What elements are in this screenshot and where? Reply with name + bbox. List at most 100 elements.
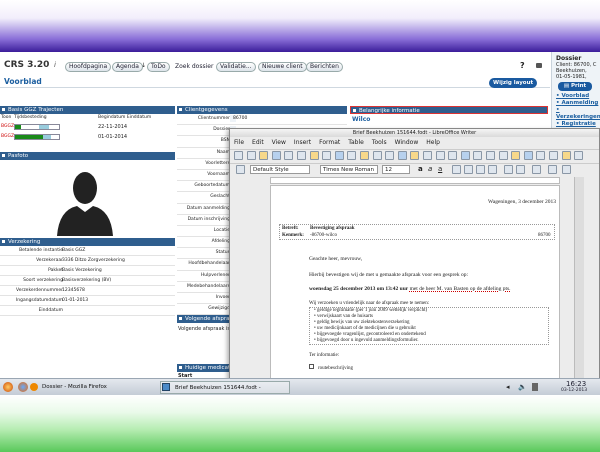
paragraph-style-select[interactable]: Default Style: [250, 165, 310, 174]
menu-edit[interactable]: Edit: [248, 138, 268, 148]
agenda-arrow-icon[interactable]: ↓: [141, 62, 146, 69]
doc-info: Ter informatie:: [309, 353, 340, 358]
open-icon[interactable]: [246, 151, 256, 160]
menu-format[interactable]: Format: [315, 138, 344, 148]
numbering-icon[interactable]: [504, 165, 513, 174]
sidebar-link-label: Voorblad: [561, 93, 590, 99]
new-icon[interactable]: [234, 151, 243, 160]
lock-icon[interactable]: [536, 63, 542, 68]
nav-todo[interactable]: ToDo: [147, 62, 170, 72]
menu-view[interactable]: View: [268, 138, 290, 148]
save-icon[interactable]: [259, 151, 269, 160]
nonprint-icon[interactable]: [549, 151, 558, 160]
hyperlink-icon[interactable]: [435, 151, 445, 160]
nav-zoek-dossier[interactable]: Zoek dossier: [172, 63, 216, 73]
table-row[interactable]: BGGZ 22-11-2014: [0, 122, 175, 132]
special-icon[interactable]: [498, 151, 508, 160]
list-item-text: bijgevoegd door u ingevuld aanmeldingsfo…: [317, 338, 419, 343]
copy-icon[interactable]: [372, 151, 382, 160]
progress-bar: [14, 124, 60, 130]
font-size-select[interactable]: 12: [382, 165, 410, 174]
pdf-icon[interactable]: [297, 151, 306, 160]
ruler[interactable]: [270, 177, 560, 184]
menu-tools[interactable]: Tools: [368, 138, 391, 148]
sidebar-item-aanmelding[interactable]: • Aanmelding: [552, 100, 600, 107]
avatar: [57, 172, 113, 236]
autocheck-icon[interactable]: [347, 151, 357, 160]
printer-icon: ▤: [563, 83, 571, 89]
table-icon[interactable]: [448, 151, 458, 160]
nav-agenda[interactable]: Agenda: [112, 62, 143, 72]
fields-icon[interactable]: [486, 151, 495, 160]
bullets-icon[interactable]: [516, 165, 525, 174]
gallery-icon[interactable]: [523, 151, 533, 160]
nav-hoofdpagina[interactable]: Hoofdpagina: [65, 62, 112, 72]
indent-icon[interactable]: [532, 165, 541, 174]
preview-icon[interactable]: [322, 151, 332, 160]
font-name-select[interactable]: Times New Roman: [320, 165, 378, 174]
redo-icon[interactable]: [423, 151, 432, 160]
nav-nieuwe-client[interactable]: Nieuwe client: [258, 62, 307, 72]
list-item-text: uw medicijnkaart of de medicijnen die u …: [317, 326, 416, 331]
network-icon[interactable]: [532, 383, 538, 391]
nav-berichten[interactable]: Berichten: [306, 62, 343, 72]
datasource-icon[interactable]: [536, 151, 546, 160]
wijzig-layout-button[interactable]: Wijzig layout: [489, 78, 538, 88]
kenmerk-number: 86700: [538, 233, 551, 238]
sidebar-item-voorblad[interactable]: • Voorblad: [552, 93, 600, 100]
email-icon[interactable]: [271, 151, 281, 160]
volume-icon[interactable]: 🔈: [518, 383, 527, 391]
table-row[interactable]: BGGZ 01-01-2014: [0, 132, 175, 142]
menu-insert[interactable]: Insert: [290, 138, 315, 148]
checkbox[interactable]: [309, 364, 314, 369]
align-left-icon[interactable]: [452, 165, 461, 174]
zoom-icon[interactable]: [561, 151, 571, 160]
bold-icon[interactable]: a: [418, 165, 423, 173]
nav-validatie[interactable]: Validatie...: [216, 62, 256, 72]
justify-icon[interactable]: [488, 165, 497, 174]
align-right-icon[interactable]: [476, 165, 485, 174]
spellcheck-icon[interactable]: [334, 151, 344, 160]
sidebar-item-registratie[interactable]: • Registratie: [552, 121, 600, 128]
undo-icon[interactable]: [410, 151, 420, 160]
tray-arrow-icon[interactable]: ◂: [506, 383, 510, 391]
taskbar-writer[interactable]: Brief Beekhuizen 151644.fodt - LibreOffi…: [160, 381, 290, 404]
writer-standard-toolbar: [230, 149, 599, 161]
underline-icon[interactable]: a: [438, 165, 442, 173]
document-page[interactable]: Wageningen, 3 december 2013 Betreft: Bev…: [270, 185, 560, 388]
styles-icon[interactable]: [236, 165, 245, 174]
help-icon[interactable]: ?: [520, 61, 525, 70]
start-icon[interactable]: [3, 382, 13, 392]
highlight-icon[interactable]: [562, 165, 571, 174]
clock-time[interactable]: 16:23: [566, 380, 586, 388]
chart-icon[interactable]: [473, 151, 483, 160]
menu-file[interactable]: File: [230, 138, 248, 148]
italic-icon[interactable]: a: [428, 165, 432, 173]
clock-date[interactable]: 03-12-2013: [561, 388, 587, 393]
paste-icon[interactable]: [385, 151, 395, 160]
col-tijd: Tijdsbesteding: [14, 115, 47, 120]
row-code: BGGZ: [1, 134, 15, 139]
betreft-value: Bevestiging afspraak: [310, 226, 355, 231]
align-center-icon[interactable]: [464, 165, 473, 174]
menu-window[interactable]: Window: [391, 138, 423, 148]
print-button[interactable]: ▤ Print: [558, 82, 592, 91]
clone-icon[interactable]: [397, 151, 407, 160]
print-icon[interactable]: [309, 151, 319, 160]
writer-titlebar[interactable]: Brief Beekhuizen 151644.fodt - LibreOffi…: [230, 129, 599, 137]
font-color-icon[interactable]: [548, 165, 557, 174]
vertical-scrollbar[interactable]: [574, 177, 584, 385]
info-icon[interactable]: i: [54, 61, 56, 69]
taskbar-firefox[interactable]: Dossier - Mozilla Firefox: [28, 381, 158, 394]
menu-table[interactable]: Table: [344, 138, 368, 148]
doc-bring: Wij verzoeken u vriendelijk naar de afsp…: [309, 301, 430, 306]
image-icon[interactable]: [460, 151, 470, 160]
cut-icon[interactable]: [360, 151, 369, 160]
client-field-label: Geslacht: [210, 194, 230, 200]
edit-icon[interactable]: [284, 151, 294, 160]
sidebar-item-verzekeringen[interactable]: • Verzekeringen: [552, 107, 600, 121]
help-icon[interactable]: [574, 151, 584, 160]
navigator-icon[interactable]: [511, 151, 521, 160]
firefox-icon[interactable]: [18, 382, 28, 392]
menu-help[interactable]: Help: [422, 138, 444, 148]
